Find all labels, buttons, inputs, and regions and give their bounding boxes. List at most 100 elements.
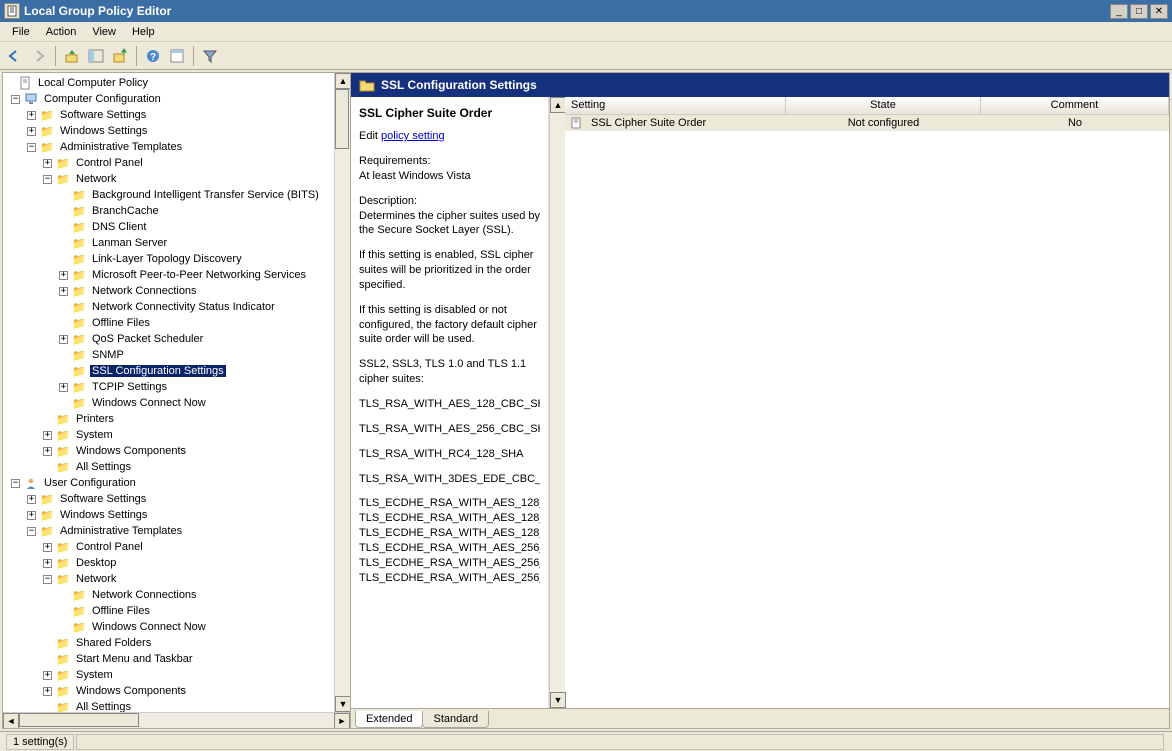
policy-icon — [17, 76, 33, 90]
col-state[interactable]: State — [786, 97, 981, 115]
tree-net-lanman[interactable]: 📁Lanman Server — [3, 235, 334, 251]
tree-cc-software[interactable]: +📁Software Settings — [3, 107, 334, 123]
tree-net-branchcache[interactable]: 📁BranchCache — [3, 203, 334, 219]
filter-button[interactable] — [199, 45, 221, 67]
tree-net-ncsi[interactable]: 📁Network Connectivity Status Indicator — [3, 299, 334, 315]
tree-uc-admin[interactable]: −📁Administrative Templates — [3, 523, 334, 539]
col-comment[interactable]: Comment — [981, 97, 1169, 115]
tree-root[interactable]: Local Computer Policy — [3, 75, 334, 91]
tree-net-dns[interactable]: 📁DNS Client — [3, 219, 334, 235]
tree-net-lltd[interactable]: 📁Link-Layer Topology Discovery — [3, 251, 334, 267]
status-text: 1 setting(s) — [6, 734, 74, 750]
folder-icon: 📁 — [55, 444, 71, 458]
tree-cc-windows-components[interactable]: +📁Windows Components — [3, 443, 334, 459]
tab-standard[interactable]: Standard — [422, 711, 489, 728]
tree-net-ssl[interactable]: 📁SSL Configuration Settings — [3, 363, 334, 379]
folder-icon: 📁 — [71, 220, 87, 234]
close-button[interactable]: ✕ — [1150, 4, 1168, 19]
menu-help[interactable]: Help — [124, 24, 163, 40]
tree-uc-all-settings[interactable]: 📁All Settings — [3, 699, 334, 712]
folder-icon: 📁 — [55, 556, 71, 570]
tree-net-snmp[interactable]: 📁SNMP — [3, 347, 334, 363]
scroll-up-button[interactable]: ▲ — [335, 73, 350, 89]
folder-icon: 📁 — [55, 428, 71, 442]
folder-icon: 📁 — [39, 508, 55, 522]
show-hide-tree-button[interactable] — [85, 45, 107, 67]
tree-cc-windows[interactable]: +📁Windows Settings — [3, 123, 334, 139]
tree-uc-nc[interactable]: 📁Network Connections — [3, 587, 334, 603]
tree-vertical-scrollbar[interactable]: ▲ ▼ — [334, 73, 350, 712]
tree-uc-control-panel[interactable]: +📁Control Panel — [3, 539, 334, 555]
details-pane: SSL Configuration Settings SSL Cipher Su… — [351, 73, 1169, 728]
maximize-button[interactable]: □ — [1130, 4, 1148, 19]
folder-icon: 📁 — [55, 636, 71, 650]
tree-net-offline[interactable]: 📁Offline Files — [3, 315, 334, 331]
folder-icon: 📁 — [71, 188, 87, 202]
user-icon — [23, 476, 39, 490]
tree-net-nc[interactable]: +📁Network Connections — [3, 283, 334, 299]
folder-icon: 📁 — [55, 652, 71, 666]
tree-uc-desktop[interactable]: +📁Desktop — [3, 555, 334, 571]
list-row[interactable]: SSL Cipher Suite Order Not configured No — [565, 115, 1169, 131]
edit-policy-link[interactable]: policy setting — [381, 130, 445, 142]
col-setting[interactable]: Setting — [565, 97, 786, 115]
tree-net-qos[interactable]: +📁QoS Packet Scheduler — [3, 331, 334, 347]
folder-icon: 📁 — [39, 140, 55, 154]
tree-cc-control-panel[interactable]: +📁Control Panel — [3, 155, 334, 171]
tree-uc-software[interactable]: +📁Software Settings — [3, 491, 334, 507]
menu-view[interactable]: View — [84, 24, 124, 40]
help-button[interactable]: ? — [142, 45, 164, 67]
folder-icon: 📁 — [39, 108, 55, 122]
tree-uc-start-menu[interactable]: 📁Start Menu and Taskbar — [3, 651, 334, 667]
setting-title: SSL Cipher Suite Order — [359, 105, 540, 121]
tree-uc-network[interactable]: −📁Network — [3, 571, 334, 587]
tree-horizontal-scrollbar[interactable]: ◄ ► — [3, 712, 350, 728]
folder-icon: 📁 — [55, 540, 71, 554]
tree-uc-wcn[interactable]: 📁Windows Connect Now — [3, 619, 334, 635]
tree-cc-printers[interactable]: 📁Printers — [3, 411, 334, 427]
computer-icon — [23, 92, 39, 106]
tree-cc-admin[interactable]: −📁Administrative Templates — [3, 139, 334, 155]
tree-uc-shared-folders[interactable]: 📁Shared Folders — [3, 635, 334, 651]
status-spacer — [76, 734, 1164, 750]
status-bar: 1 setting(s) — [0, 731, 1172, 751]
scroll-down-button[interactable]: ▼ — [335, 696, 350, 712]
tree-user-config[interactable]: −User Configuration — [3, 475, 334, 491]
pane-header: SSL Configuration Settings — [351, 73, 1169, 97]
up-button[interactable] — [61, 45, 83, 67]
tab-extended[interactable]: Extended — [355, 711, 423, 728]
folder-icon — [359, 78, 375, 92]
folder-icon: 📁 — [71, 268, 87, 282]
tree-net-tcpip[interactable]: +📁TCPIP Settings — [3, 379, 334, 395]
forward-button[interactable] — [28, 45, 50, 67]
description-scrollbar[interactable]: ▲ ▼ — [549, 97, 565, 708]
scroll-up-button[interactable]: ▲ — [550, 97, 566, 113]
menu-action[interactable]: Action — [38, 24, 85, 40]
tree-cc-system[interactable]: +📁System — [3, 427, 334, 443]
export-button[interactable] — [109, 45, 131, 67]
tree-net-p2p[interactable]: +📁Microsoft Peer-to-Peer Networking Serv… — [3, 267, 334, 283]
back-button[interactable] — [4, 45, 26, 67]
tree-computer-config[interactable]: −Computer Configuration — [3, 91, 334, 107]
tree-uc-system[interactable]: +📁System — [3, 667, 334, 683]
scroll-right-button[interactable]: ► — [334, 713, 350, 729]
folder-icon: 📁 — [39, 124, 55, 138]
tree-net-bits[interactable]: 📁Background Intelligent Transfer Service… — [3, 187, 334, 203]
properties-button[interactable] — [166, 45, 188, 67]
folder-icon: 📁 — [71, 348, 87, 362]
scroll-left-button[interactable]: ◄ — [3, 713, 19, 729]
tree-uc-windows-components[interactable]: +📁Windows Components — [3, 683, 334, 699]
minimize-button[interactable]: _ — [1110, 4, 1128, 19]
menu-file[interactable]: File — [4, 24, 38, 40]
tree-uc-offline[interactable]: 📁Offline Files — [3, 603, 334, 619]
settings-list: Setting State Comment SSL Cipher Suite O… — [565, 97, 1169, 708]
tree-body[interactable]: Local Computer Policy −Computer Configur… — [3, 73, 334, 712]
cell-comment: No — [981, 117, 1169, 129]
tree-pane: Local Computer Policy −Computer Configur… — [3, 73, 351, 728]
tree-uc-windows[interactable]: +📁Windows Settings — [3, 507, 334, 523]
tree-net-wcn[interactable]: 📁Windows Connect Now — [3, 395, 334, 411]
tree-cc-network[interactable]: −📁Network — [3, 171, 334, 187]
scroll-down-button[interactable]: ▼ — [550, 692, 566, 708]
folder-icon: 📁 — [71, 300, 87, 314]
tree-cc-all-settings[interactable]: 📁All Settings — [3, 459, 334, 475]
